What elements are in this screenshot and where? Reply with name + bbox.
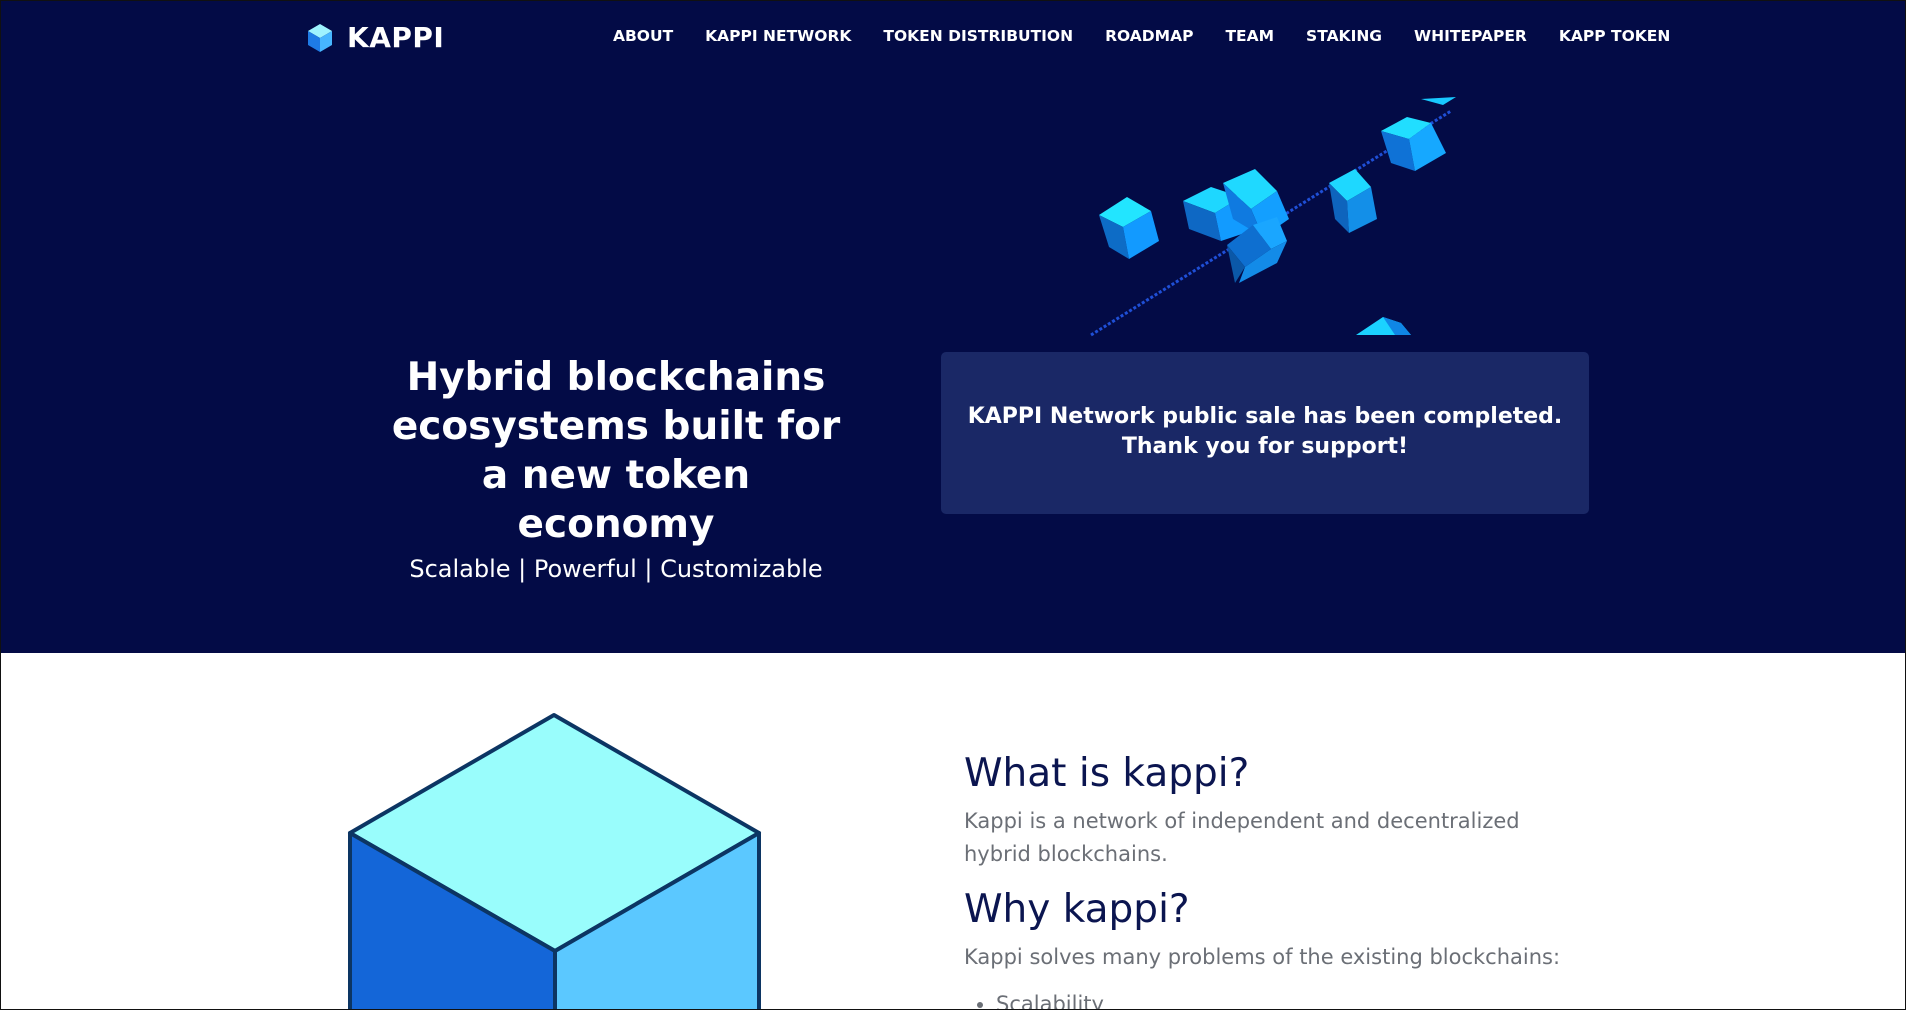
nav-team[interactable]: TEAM [1225,27,1274,45]
hero-subtitle: Scalable | Powerful | Customizable [409,555,823,583]
hero-headline-block: Hybrid blockchains ecosystems built for … [391,353,841,583]
top-navbar: KAPPI ABOUT KAPPI NETWORK TOKEN DISTRIBU… [1,1,1905,77]
nav-staking[interactable]: STAKING [1306,27,1382,45]
what-is-heading: What is kappi? [964,751,1250,796]
why-heading: Why kappi? [964,887,1190,932]
nav-about[interactable]: ABOUT [613,27,673,45]
nav-token-distribution[interactable]: TOKEN DISTRIBUTION [883,27,1073,45]
cube-logo-icon [308,23,332,52]
floating-cubes-chain-illustration [1090,97,1456,337]
brand-logo-link[interactable]: KAPPI [307,21,444,54]
page: KAPPI ABOUT KAPPI NETWORK TOKEN DISTRIBU… [0,0,1906,1010]
about-text-block: What is kappi? Kappi is a network of ind… [964,749,1584,1009]
hero-section: KAPPI ABOUT KAPPI NETWORK TOKEN DISTRIBU… [1,1,1905,653]
why-text: Kappi solves many problems of the existi… [964,945,1561,969]
nav-roadmap[interactable]: ROADMAP [1105,27,1193,45]
nav-whitepaper[interactable]: WHITEPAPER [1414,27,1527,45]
sale-notice-line-2: Thank you for support! [1121,434,1409,459]
what-is-text: Kappi is a network of independent and de… [964,809,1520,866]
hero-title-line-1: Hybrid blockchains [406,355,826,400]
sale-notice-card: KAPPI Network public sale has been compl… [941,352,1589,514]
nav-kappi-network[interactable]: KAPPI NETWORK [705,27,851,45]
hero-title-line-2: ecosystems built for [391,404,841,449]
nav-menu: ABOUT KAPPI NETWORK TOKEN DISTRIBUTION R… [613,27,1670,45]
sale-notice-line-1: KAPPI Network public sale has been compl… [967,404,1563,429]
hero-title-line-3: a new token economy [481,453,751,547]
large-cube-illustration [348,713,761,1009]
nav-kapp-token[interactable]: KAPP TOKEN [1559,27,1670,45]
list-item: Scalability [996,988,1584,1009]
hero-title: Hybrid blockchains ecosystems built for … [391,353,841,549]
brand-name: KAPPI [347,21,445,54]
problems-list: Scalability [964,988,1584,1009]
